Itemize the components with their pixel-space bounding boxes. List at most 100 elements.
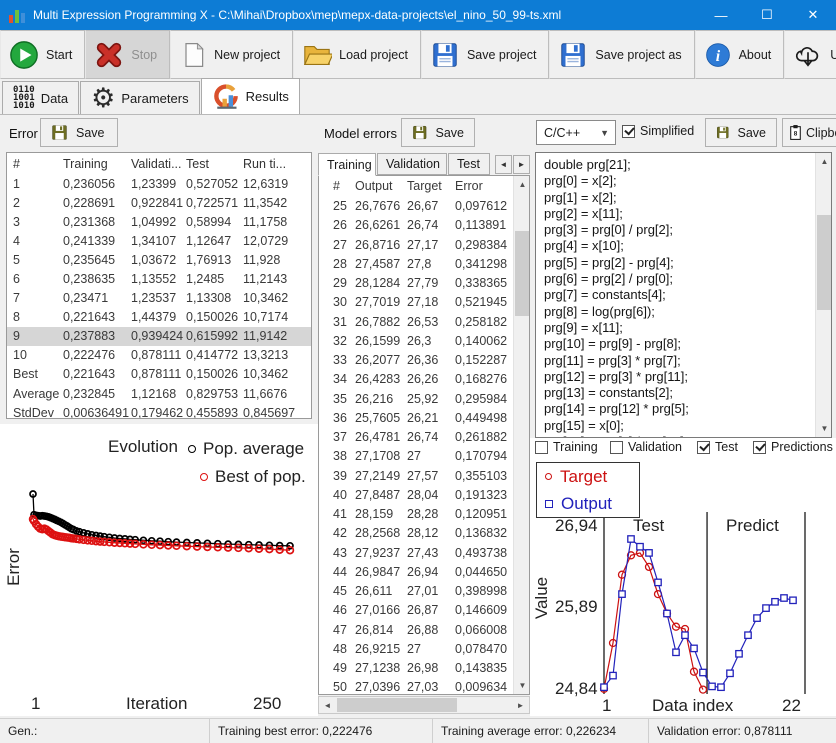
table-row[interactable]: 100,2224760,8781110,41477213,3213 <box>7 346 311 365</box>
load-project-button[interactable]: Load project <box>293 30 421 79</box>
table-row[interactable]: 50,2356451,036721,7691311,928 <box>7 251 311 270</box>
table-row[interactable]: 3326,207726,360,152287 <box>319 351 529 370</box>
table-row[interactable]: 3426,428326,260,168276 <box>319 370 529 389</box>
minimize-button[interactable]: — <box>698 0 744 30</box>
save-project-as-label: Save project as <box>595 48 681 62</box>
column-header[interactable]: Output <box>355 176 407 197</box>
table-row[interactable]: 4526,61127,010,398998 <box>319 582 529 601</box>
table-row[interactable]: 5027,039627,030,009634 <box>319 678 529 695</box>
table-cell: 27,9237 <box>355 544 407 563</box>
table-row[interactable]: 3827,1708270,170794 <box>319 447 529 466</box>
column-header[interactable]: Validati... <box>131 153 186 175</box>
tab-data[interactable]: 011010011010 Data <box>2 81 79 114</box>
column-header[interactable]: Test <box>186 153 243 175</box>
table-row[interactable]: Average0,2328451,121680,82975311,6676 <box>7 385 311 404</box>
table-row[interactable]: 3927,214927,570,355103 <box>319 467 529 486</box>
simplified-checkbox[interactable]: Simplified <box>622 124 694 138</box>
scroll-thumb[interactable] <box>817 215 832 310</box>
scroll-right-icon[interactable]: ► <box>512 697 529 713</box>
language-select[interactable]: C/C++ ▼ <box>536 120 616 145</box>
table-row[interactable]: 20,2286910,9228410,72257111,3542 <box>7 194 311 213</box>
svg-text:8: 8 <box>794 131 798 138</box>
column-header[interactable]: Run ti... <box>243 153 311 175</box>
column-header[interactable]: Target <box>407 176 455 197</box>
table-row[interactable]: StdDev0,006364910,1794620,4558930,845697 <box>7 404 311 419</box>
table-row[interactable]: 3726,478126,740,261882 <box>319 428 529 447</box>
about-button[interactable]: i About <box>695 30 785 79</box>
new-project-label: New project <box>214 48 280 62</box>
table-row[interactable]: 3027,701927,180,521945 <box>319 293 529 312</box>
code-vscrollbar[interactable]: ▲ ▼ <box>815 153 832 437</box>
table-row[interactable]: 3526,21625,920,295984 <box>319 390 529 409</box>
save-project-as-button[interactable]: Save project as <box>549 30 694 79</box>
table-row[interactable]: 4627,016626,870,146609 <box>319 601 529 620</box>
table-cell: 12,0729 <box>243 232 311 251</box>
tab-scroll-right-button[interactable]: ► <box>513 155 530 174</box>
table-row[interactable]: 30,2313681,049920,5899411,1758 <box>7 213 311 232</box>
table-row[interactable]: 80,2216431,443790,15002610,7174 <box>7 308 311 327</box>
scroll-left-icon[interactable]: ◄ <box>319 697 336 713</box>
column-header[interactable]: # <box>13 153 63 175</box>
table-row[interactable]: Best0,2216430,8781110,15002610,3462 <box>7 365 311 384</box>
error-table-header: #TrainingValidati...TestRun ti... <box>7 153 311 175</box>
tab-test[interactable]: Test <box>448 153 490 175</box>
save-model-errors-button[interactable]: Save <box>401 118 475 147</box>
scroll-thumb[interactable] <box>337 698 457 712</box>
table-row[interactable]: 40,2413391,341071,1264712,0729 <box>7 232 311 251</box>
column-header[interactable]: # <box>333 176 355 197</box>
updates-button[interactable]: Updates <box>784 30 836 79</box>
tab-parameters[interactable]: ⚙ Parameters <box>80 81 199 114</box>
model-table-vscrollbar[interactable]: ▲ ▼ <box>513 176 530 694</box>
tab-results[interactable]: Results <box>201 78 300 114</box>
table-cell: 26,7676 <box>355 197 407 216</box>
tab-validation[interactable]: Validation <box>377 153 447 175</box>
table-cell: 26,3 <box>407 332 455 351</box>
table-row[interactable]: 2726,871627,170,298384 <box>319 236 529 255</box>
scroll-up-icon[interactable]: ▲ <box>514 176 530 193</box>
table-row[interactable]: 4228,256828,120,136832 <box>319 524 529 543</box>
table-row[interactable]: 90,2378830,9394240,61599211,9142 <box>7 327 311 346</box>
table-cell: 10 <box>13 346 63 365</box>
scroll-thumb[interactable] <box>515 231 530 316</box>
table-row[interactable]: 4426,984726,940,044650 <box>319 563 529 582</box>
table-row[interactable]: 4726,81426,880,066008 <box>319 621 529 640</box>
scroll-down-icon[interactable]: ▼ <box>514 677 530 694</box>
maximize-button[interactable]: ☐ <box>744 0 790 30</box>
table-row[interactable]: 10,2360561,233990,52705212,6319 <box>7 175 311 194</box>
code-line: double prg[21]; <box>536 157 814 173</box>
table-cell: 0,845697 <box>243 404 311 419</box>
table-row[interactable]: 4327,923727,430,493738 <box>319 544 529 563</box>
model-table-hscrollbar[interactable]: ◄ ► <box>318 696 530 714</box>
table-cell: 0,58994 <box>186 213 243 232</box>
tab-scroll-left-button[interactable]: ◄ <box>495 155 512 174</box>
table-row[interactable]: 60,2386351,135521,248511,2143 <box>7 270 311 289</box>
table-row[interactable]: 4826,9215270,078470 <box>319 640 529 659</box>
new-project-button[interactable]: New project <box>170 30 293 79</box>
table-row[interactable]: 4027,848728,040,191323 <box>319 486 529 505</box>
table-row[interactable]: 3226,159926,30,140062 <box>319 332 529 351</box>
table-cell: 27,1238 <box>355 659 407 678</box>
table-row[interactable]: 2526,767626,670,097612 <box>319 197 529 216</box>
table-row[interactable]: 2827,458727,80,341298 <box>319 255 529 274</box>
start-button[interactable]: Start <box>0 30 85 79</box>
clipboard-button[interactable]: 8 Clipboard <box>782 118 836 147</box>
close-button[interactable]: ✕ <box>790 0 836 30</box>
code-line: prg[8] = log(prg[6]); <box>536 304 814 320</box>
save-project-button[interactable]: Save project <box>421 30 549 79</box>
table-row[interactable]: 3126,788226,530,258182 <box>319 313 529 332</box>
column-header[interactable]: Training <box>63 153 131 175</box>
table-row[interactable]: 70,234711,235371,1330810,3462 <box>7 289 311 308</box>
save-code-button[interactable]: Save <box>705 118 777 147</box>
table-row[interactable]: 4128,15928,280,120951 <box>319 505 529 524</box>
table-row[interactable]: 2928,128427,790,338365 <box>319 274 529 293</box>
code-panel[interactable]: double prg[21];prg[0] = x[2];prg[1] = x[… <box>535 152 832 438</box>
scroll-up-icon[interactable]: ▲ <box>816 153 832 170</box>
table-row[interactable]: 2626,626126,740,113891 <box>319 216 529 235</box>
tab-training[interactable]: Training <box>318 153 376 176</box>
save-error-button[interactable]: Save <box>40 118 118 147</box>
scroll-down-icon[interactable]: ▼ <box>816 420 832 437</box>
table-row[interactable]: 4927,123826,980,143835 <box>319 659 529 678</box>
table-row[interactable]: 3625,760526,210,449498 <box>319 409 529 428</box>
table-cell: 1 <box>13 175 63 194</box>
table-cell: 25 <box>333 197 355 216</box>
